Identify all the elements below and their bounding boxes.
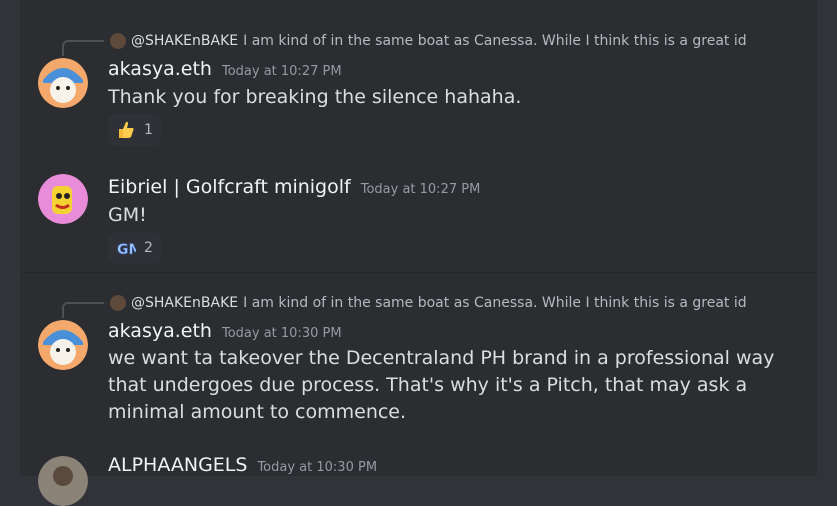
message-line: we want ta takeover the Decentraland PH … xyxy=(108,347,775,369)
reply-preview[interactable]: @SHAKEnBAKE I am kind of in the same boa… xyxy=(110,31,760,51)
message-text: we want ta takeover the Decentraland PH … xyxy=(108,345,788,426)
avatar[interactable] xyxy=(38,456,88,506)
timestamp: Today at 10:27 PM xyxy=(221,64,342,79)
reply-avatar xyxy=(110,33,126,49)
timestamp: Today at 10:30 PM xyxy=(257,460,378,475)
avatar[interactable] xyxy=(38,174,88,224)
avatar[interactable] xyxy=(38,58,88,108)
username[interactable]: akasya.eth xyxy=(108,58,212,80)
reply-connector xyxy=(62,40,104,56)
reaction-count: 1 xyxy=(144,122,153,138)
reaction-gm[interactable]: GM 2 xyxy=(108,232,161,264)
reply-text: I am kind of in the same boat as Canessa… xyxy=(243,295,747,311)
username[interactable]: Eibriel | Golfcraft minigolf xyxy=(108,176,351,198)
message-2: Eibriel | Golfcraft minigolf Today at 10… xyxy=(20,160,817,270)
thumbs-up-emoji-icon xyxy=(119,121,134,138)
reaction-thumbs-up[interactable]: 1 xyxy=(108,114,161,146)
message-divider xyxy=(20,272,817,273)
message-line: that undergoes due process. That's why i… xyxy=(108,374,748,396)
reaction-count: 2 xyxy=(144,240,153,256)
avatar[interactable] xyxy=(38,320,88,370)
gm-emoji-icon: GM xyxy=(117,242,136,258)
timestamp: Today at 10:27 PM xyxy=(360,182,481,197)
username[interactable]: akasya.eth xyxy=(108,320,212,342)
message-line: minimal amount to commence. xyxy=(108,401,407,423)
reply-preview[interactable]: @SHAKEnBAKE I am kind of in the same boa… xyxy=(110,293,760,313)
username[interactable]: ALPHAANGELS xyxy=(108,454,247,476)
message-4: ALPHAANGELS Today at 10:30 PM xyxy=(20,450,817,506)
message-3: @SHAKEnBAKE I am kind of in the same boa… xyxy=(20,280,817,430)
reply-connector xyxy=(62,302,104,318)
reply-username[interactable]: @SHAKEnBAKE xyxy=(131,295,238,311)
reply-username[interactable]: @SHAKEnBAKE xyxy=(131,33,238,49)
reply-avatar xyxy=(110,295,126,311)
message-text: GM! xyxy=(108,204,147,226)
message-1: @SHAKEnBAKE I am kind of in the same boa… xyxy=(20,0,817,150)
message-text: Thank you for breaking the silence hahah… xyxy=(108,86,522,108)
timestamp: Today at 10:30 PM xyxy=(221,326,342,341)
reply-text: I am kind of in the same boat as Canessa… xyxy=(243,33,747,49)
svg-text:GM: GM xyxy=(117,242,136,258)
chat-panel: @SHAKEnBAKE I am kind of in the same boa… xyxy=(20,0,817,506)
